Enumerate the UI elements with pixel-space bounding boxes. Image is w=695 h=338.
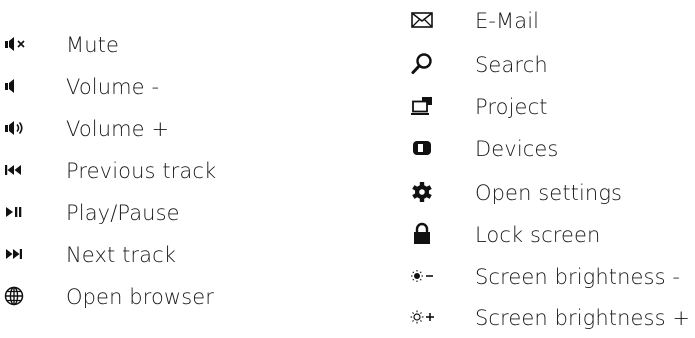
magnifier-icon — [409, 50, 437, 78]
brightness-down-icon — [409, 262, 437, 290]
label-mute: Mute — [66, 33, 119, 57]
devices-icon — [409, 134, 437, 162]
label-lock-screen: Lock screen — [475, 223, 601, 247]
label-volume-down: Volume - — [66, 75, 160, 99]
lock-icon — [409, 220, 437, 248]
next-track-icon — [2, 240, 30, 268]
label-project: Project — [475, 95, 548, 119]
label-search: Search — [475, 53, 548, 77]
gear-icon — [409, 178, 437, 206]
label-email: E-Mail — [475, 9, 540, 33]
label-next-track: Next track — [66, 243, 177, 267]
label-brightness-down: Screen brightness - — [475, 265, 681, 289]
label-open-settings: Open settings — [475, 181, 623, 205]
volume-down-icon — [2, 72, 30, 100]
volume-mute-icon — [2, 30, 30, 58]
brightness-up-icon — [409, 303, 437, 331]
label-volume-up: Volume + — [66, 117, 170, 141]
volume-up-icon — [2, 114, 30, 142]
label-devices: Devices — [475, 137, 559, 161]
globe-icon — [2, 282, 30, 310]
label-play-pause: Play/Pause — [66, 201, 180, 225]
previous-track-icon — [2, 156, 30, 184]
play-pause-icon — [2, 198, 30, 226]
project-display-icon — [409, 92, 437, 120]
label-open-browser: Open browser — [66, 285, 214, 309]
label-brightness-up: Screen brightness + — [475, 306, 691, 330]
label-previous-track: Previous track — [66, 159, 217, 183]
envelope-icon — [409, 6, 437, 34]
